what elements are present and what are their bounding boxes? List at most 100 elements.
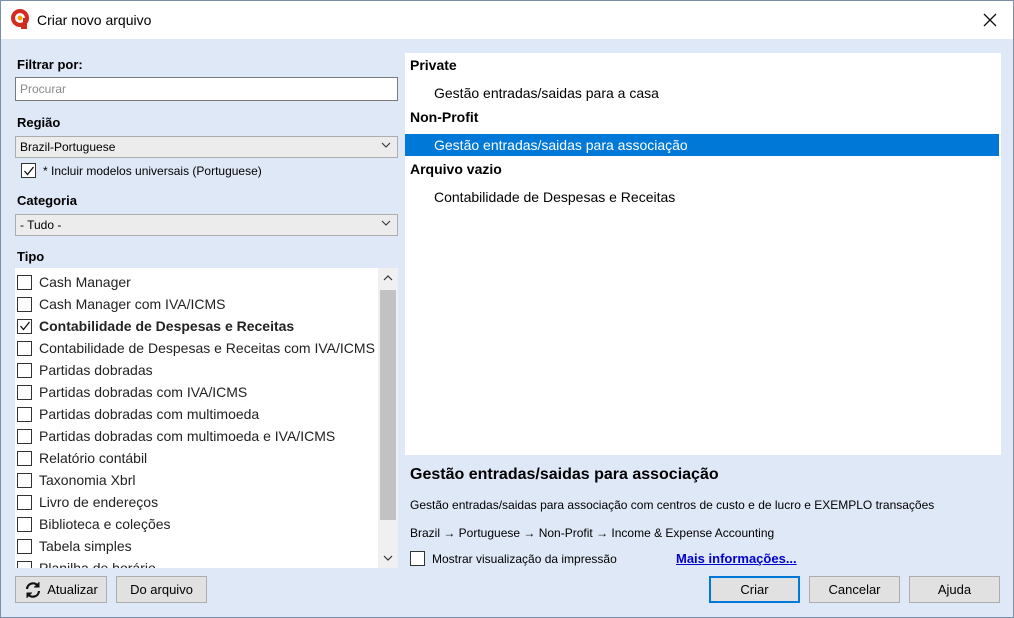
type-item-label: Partidas dobradas com multimoeda e IVA/I… [39, 428, 336, 444]
print-preview-checkbox[interactable] [410, 551, 425, 566]
template-group-title: Arquivo vazio [410, 161, 502, 177]
create-file-dialog: Criar novo arquivo Filtrar por: Região B… [0, 0, 1014, 618]
chevron-down-icon [383, 555, 393, 561]
type-items: Cash Manager Cash Manager com IVA/ICMS Con… [17, 271, 379, 568]
template-item[interactable]: Gestão entradas/saidas para associação [405, 134, 999, 156]
type-item-checkbox[interactable] [17, 384, 32, 400]
template-item-label: Gestão entradas/saidas para associação [434, 137, 688, 153]
refresh-button-label: Atualizar [47, 582, 98, 597]
type-item[interactable]: Cash Manager com IVA/ICMS [17, 293, 379, 315]
type-item-label: Taxonomia Xbrl [39, 472, 136, 488]
template-item-label: Contabilidade de Despesas e Receitas [434, 189, 676, 205]
type-item-checkbox[interactable] [17, 340, 32, 356]
cancel-button[interactable]: Cancelar [809, 576, 900, 603]
type-item[interactable]: Livro de endereços [17, 491, 379, 513]
search-input[interactable] [15, 77, 398, 101]
type-item[interactable]: Biblioteca e coleções [17, 513, 379, 535]
help-button[interactable]: Ajuda [909, 576, 1000, 603]
refresh-button[interactable]: Atualizar [15, 576, 107, 603]
type-label: Tipo [17, 249, 45, 264]
print-preview-row[interactable]: Mostrar visualização da impressão [410, 551, 617, 566]
close-button[interactable] [967, 1, 1013, 39]
region-label: Região [17, 115, 61, 130]
type-item-checkbox[interactable] [17, 428, 32, 444]
type-item-label: Contabilidade de Despesas e Receitas com… [39, 340, 375, 356]
type-item-checkbox[interactable] [17, 472, 32, 488]
type-item-label: Cash Manager com IVA/ICMS [39, 296, 226, 312]
template-detail-path: Brazil → Portuguese → Non-Profit → Incom… [410, 526, 775, 540]
region-select[interactable]: Brazil-Portuguese [15, 136, 398, 158]
type-item-label: Tabela simples [39, 538, 132, 554]
type-item-checkbox[interactable] [17, 450, 32, 466]
app-logo-icon [11, 9, 29, 29]
type-item[interactable]: Cash Manager [17, 271, 379, 293]
type-item-checkbox[interactable] [17, 538, 32, 554]
checkmark-icon [19, 321, 30, 331]
type-item-label: Partidas dobradas com IVA/ICMS [39, 384, 248, 400]
type-item[interactable]: Partidas dobradas com IVA/ICMS [17, 381, 379, 403]
title-bar: Criar novo arquivo [1, 1, 1013, 39]
type-item-checkbox[interactable] [17, 296, 32, 312]
template-item-label: Gestão entradas/saidas para a casa [434, 85, 659, 101]
print-preview-label: Mostrar visualização da impressão [432, 551, 617, 566]
template-group-title: Non-Profit [410, 109, 479, 125]
type-item-label: Livro de endereços [39, 494, 159, 510]
template-detail-title: Gestão entradas/saidas para associação [410, 466, 719, 483]
chevron-up-icon [383, 275, 393, 281]
template-item[interactable]: Gestão entradas/saidas para a casa [405, 82, 999, 104]
type-item-label: Planilha de horário [39, 560, 156, 568]
type-item[interactable]: Contabilidade de Despesas e Receitas com… [17, 337, 379, 359]
type-item-label: Biblioteca e coleções [39, 516, 171, 532]
type-item[interactable]: Contabilidade de Despesas e Receitas [17, 315, 379, 337]
include-universal-checkbox[interactable] [21, 163, 36, 178]
type-item-checkbox[interactable] [17, 560, 32, 568]
from-file-button-label: Do arquivo [130, 582, 193, 597]
type-item-label: Contabilidade de Despesas e Receitas [39, 318, 295, 334]
checkmark-icon [23, 166, 34, 176]
window-title: Criar novo arquivo [37, 12, 152, 28]
type-item[interactable]: Taxonomia Xbrl [17, 469, 379, 491]
chevron-down-icon [381, 220, 391, 226]
chevron-down-icon [381, 142, 391, 148]
create-button[interactable]: Criar [709, 576, 800, 603]
type-item-checkbox[interactable] [17, 362, 32, 378]
type-item[interactable]: Partidas dobradas com multimoeda [17, 403, 379, 425]
type-item[interactable]: Relatório contábil [17, 447, 379, 469]
template-item[interactable]: Contabilidade de Despesas e Receitas [405, 186, 999, 208]
scroll-thumb[interactable] [380, 290, 396, 520]
type-list-scrollbar[interactable] [378, 268, 398, 568]
more-info-link[interactable]: Mais informações... [676, 551, 797, 566]
region-select-value: Brazil-Portuguese [20, 140, 116, 154]
type-item[interactable]: Tabela simples [17, 535, 379, 557]
template-list: Private Gestão entradas/saidas para a cas… [405, 53, 1001, 455]
type-item-checkbox[interactable] [17, 318, 32, 334]
create-button-label: Criar [740, 582, 769, 597]
include-universal-label: * Incluir modelos universais (Portuguese… [43, 163, 262, 178]
cancel-button-label: Cancelar [828, 582, 881, 597]
type-item[interactable]: Planilha de horário [17, 557, 379, 568]
refresh-icon [26, 581, 41, 598]
scroll-up-button[interactable] [378, 268, 398, 288]
type-item[interactable]: Partidas dobradas [17, 359, 379, 381]
category-label: Categoria [17, 193, 77, 208]
filter-label: Filtrar por: [17, 57, 83, 72]
help-button-label: Ajuda [937, 582, 972, 597]
type-item-label: Partidas dobradas com multimoeda [39, 406, 260, 422]
type-item[interactable]: Partidas dobradas com multimoeda e IVA/I… [17, 425, 379, 447]
type-item-label: Relatório contábil [39, 450, 148, 466]
include-universal-row[interactable]: * Incluir modelos universais (Portuguese… [21, 163, 262, 178]
close-icon [983, 13, 997, 27]
type-item-checkbox[interactable] [17, 406, 32, 422]
type-item-checkbox[interactable] [17, 274, 32, 290]
type-list: Cash Manager Cash Manager com IVA/ICMS Con… [15, 268, 398, 568]
type-item-checkbox[interactable] [17, 494, 32, 510]
type-item-label: Cash Manager [39, 274, 131, 290]
type-item-checkbox[interactable] [17, 516, 32, 532]
category-select[interactable]: - Tudo - [15, 214, 398, 236]
category-select-value: - Tudo - [20, 218, 62, 232]
from-file-button[interactable]: Do arquivo [116, 576, 207, 603]
scroll-down-button[interactable] [378, 548, 398, 568]
template-group-title: Private [410, 57, 457, 73]
template-detail-description: Gestão entradas/saidas para associação c… [410, 498, 935, 512]
type-item-label: Partidas dobradas [39, 362, 153, 378]
